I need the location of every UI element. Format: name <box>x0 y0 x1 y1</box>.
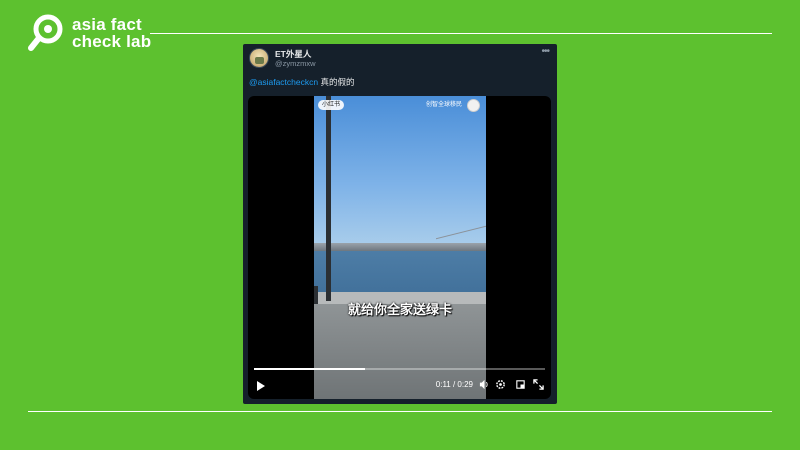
magnifier-logo-icon <box>28 14 63 51</box>
sky <box>314 96 486 246</box>
railing <box>314 243 486 251</box>
top-divider <box>150 33 772 34</box>
tweet-card: ET外星人 @zymzmxw ••• @asiafactcheckcn 真的假的… <box>243 44 557 404</box>
video-frame: 小红书 创智全球移民 就给你全家送绿卡 <box>314 96 486 399</box>
brand: asia fact check lab <box>28 14 151 52</box>
tweet-header: ET外星人 @zymzmxw <box>249 48 316 68</box>
tweet-body: 真的假的 <box>318 77 355 87</box>
play-icon[interactable] <box>257 381 265 391</box>
video-account-avatar <box>467 99 480 112</box>
brand-wordmark: asia fact check lab <box>72 16 151 50</box>
video-subtitle: 就给你全家送绿卡 <box>347 303 452 318</box>
video-account-label: 创智全球移民 <box>425 102 462 108</box>
fullscreen-icon[interactable] <box>533 379 544 390</box>
picture-in-picture-icon[interactable] <box>515 379 526 390</box>
time-display: 0:11 / 0:29 <box>435 380 473 389</box>
pole <box>326 96 331 301</box>
user-handle[interactable]: @zymzmxw <box>275 59 316 68</box>
source-badge: 小红书 <box>318 100 345 110</box>
bottom-divider <box>28 411 772 412</box>
video-player[interactable]: 小红书 创智全球移民 就给你全家送绿卡 0:11 / 0:29 <box>248 96 551 399</box>
progress-bar[interactable] <box>254 368 545 370</box>
progress-fill <box>254 368 365 370</box>
more-horizontal-icon[interactable]: ••• <box>541 47 549 57</box>
video-controls: 0:11 / 0:29 <box>248 376 551 394</box>
volume-icon[interactable] <box>479 379 490 390</box>
brand-line-2: check lab <box>72 32 152 51</box>
display-name[interactable]: ET外星人 <box>275 49 316 59</box>
settings-icon[interactable] <box>495 379 506 390</box>
mention-link[interactable]: @asiafactcheckcn <box>249 77 318 87</box>
brand-line-1: asia fact <box>72 15 142 34</box>
avatar[interactable] <box>249 48 269 68</box>
author-names: ET外星人 @zymzmxw <box>275 49 316 68</box>
tweet-text: @asiafactcheckcn 真的假的 <box>249 77 354 87</box>
